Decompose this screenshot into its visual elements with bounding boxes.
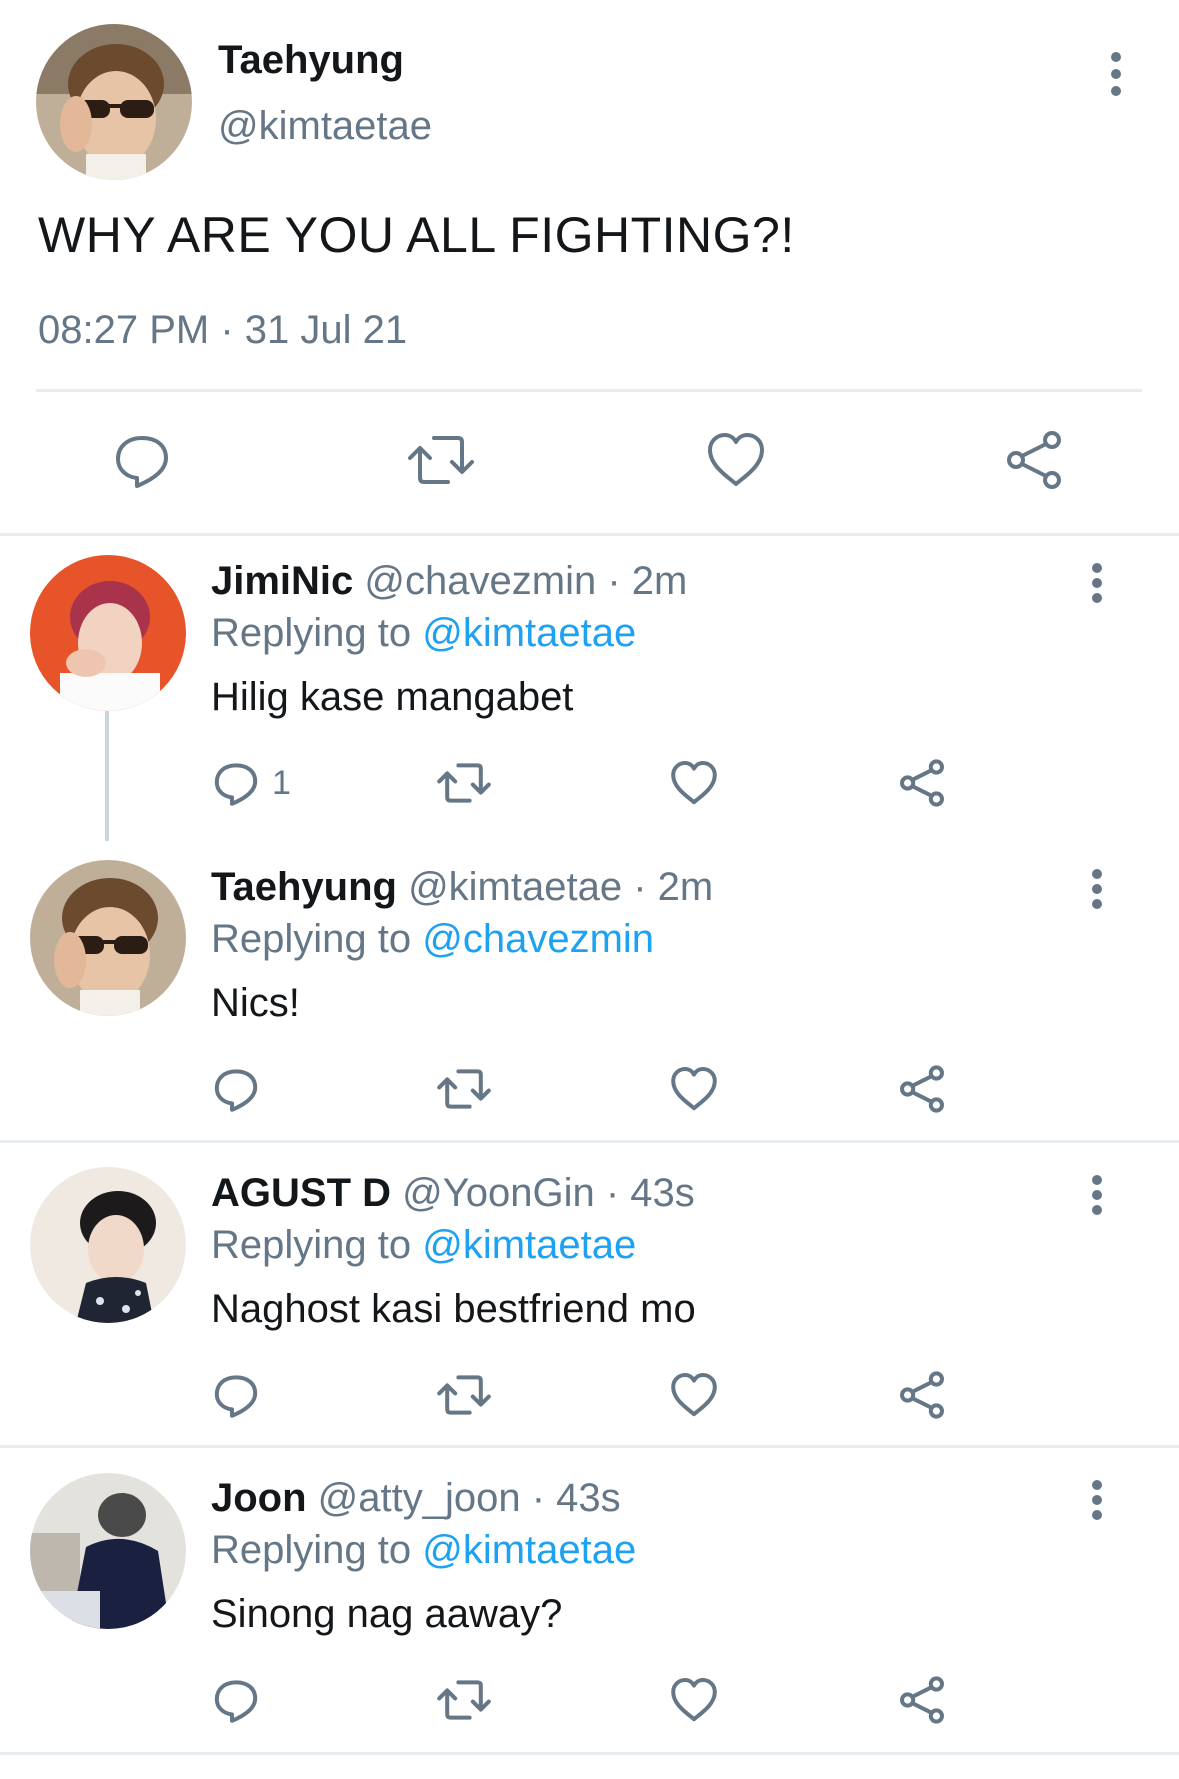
like-button[interactable] bbox=[670, 1676, 718, 1724]
like-button[interactable] bbox=[670, 759, 718, 807]
main-tweet-author-handle[interactable]: @kimtaetae bbox=[218, 104, 432, 149]
reply-tweet[interactable]: Taehyung @kimtaetae · 2m Replying to @ch… bbox=[0, 839, 1179, 1140]
retweet-button[interactable] bbox=[436, 759, 492, 807]
main-tweet-actions bbox=[0, 430, 1179, 494]
replying-to-label: Replying to bbox=[211, 1223, 423, 1267]
reply-author-name[interactable]: JimiNic bbox=[211, 559, 353, 603]
reply-author-meta[interactable]: @YoonGin · 43s bbox=[402, 1171, 695, 1215]
more-options-icon[interactable] bbox=[1087, 563, 1107, 603]
reply-text: Sinong nag aaway? bbox=[211, 1592, 563, 1636]
share-button[interactable] bbox=[1004, 430, 1064, 490]
reply-button[interactable] bbox=[112, 430, 172, 490]
like-button[interactable] bbox=[670, 1371, 718, 1419]
replying-to-mention[interactable]: @kimtaetae bbox=[422, 1528, 636, 1572]
divider bbox=[36, 389, 1142, 392]
like-button[interactable] bbox=[706, 430, 766, 490]
divider bbox=[0, 1752, 1179, 1755]
reply-author-meta[interactable]: @chavezmin · 2m bbox=[364, 559, 687, 603]
replying-to-mention[interactable]: @chavezmin bbox=[422, 917, 654, 961]
heart-icon bbox=[708, 433, 764, 486]
reply-button[interactable] bbox=[212, 1371, 260, 1419]
like-button[interactable] bbox=[670, 1065, 718, 1113]
reply-avatar[interactable] bbox=[30, 555, 186, 711]
reply-author-meta[interactable]: @kimtaetae · 2m bbox=[408, 865, 713, 909]
share-button[interactable] bbox=[898, 759, 946, 807]
more-options-icon[interactable] bbox=[1087, 1480, 1107, 1520]
heart-icon bbox=[671, 761, 717, 805]
share-icon bbox=[900, 1676, 944, 1724]
reply-tweet[interactable]: Joon @atty_joon · 43s Replying to @kimta… bbox=[0, 1448, 1179, 1752]
share-icon bbox=[1007, 431, 1061, 489]
reply-avatar[interactable] bbox=[30, 860, 186, 1016]
reply-icon bbox=[116, 436, 168, 488]
reply-icon bbox=[214, 763, 258, 806]
reply-author-name[interactable]: AGUST D bbox=[211, 1171, 391, 1215]
replying-to-label: Replying to bbox=[211, 1528, 423, 1572]
more-options-icon[interactable] bbox=[1106, 52, 1126, 96]
replying-to-mention[interactable]: @kimtaetae bbox=[422, 1223, 636, 1267]
share-icon bbox=[900, 1371, 944, 1419]
reply-avatar[interactable] bbox=[30, 1473, 186, 1629]
share-button[interactable] bbox=[898, 1676, 946, 1724]
main-tweet-text: WHY ARE YOU ALL FIGHTING?! bbox=[38, 207, 795, 263]
reply-button[interactable]: 1 bbox=[212, 759, 291, 807]
retweet-icon bbox=[437, 1680, 491, 1720]
reply-actions bbox=[0, 1371, 1179, 1427]
main-tweet-avatar[interactable] bbox=[36, 24, 192, 180]
retweet-button[interactable] bbox=[406, 430, 476, 490]
share-icon bbox=[900, 759, 944, 807]
reply-button[interactable] bbox=[212, 1676, 260, 1724]
more-options-icon[interactable] bbox=[1087, 869, 1107, 909]
share-icon bbox=[900, 1065, 944, 1113]
main-tweet-author-name[interactable]: Taehyung bbox=[218, 38, 404, 83]
reply-text: Hilig kase mangabet bbox=[211, 675, 574, 719]
replying-to-label: Replying to bbox=[211, 611, 423, 655]
retweet-button[interactable] bbox=[436, 1371, 492, 1419]
reply-icon bbox=[214, 1680, 258, 1723]
heart-icon bbox=[671, 1067, 717, 1111]
reply-avatar[interactable] bbox=[30, 1167, 186, 1323]
reply-author-name[interactable]: Joon bbox=[211, 1476, 307, 1520]
retweet-icon bbox=[437, 763, 491, 803]
reply-actions: 1 bbox=[0, 759, 1179, 815]
reply-icon bbox=[214, 1069, 258, 1112]
retweet-button[interactable] bbox=[436, 1676, 492, 1724]
replying-to-label: Replying to bbox=[211, 917, 423, 961]
main-tweet-timestamp: 08:27 PM · 31 Jul 21 bbox=[38, 308, 408, 352]
share-button[interactable] bbox=[898, 1371, 946, 1419]
reply-count: 1 bbox=[272, 763, 291, 802]
reply-author-name[interactable]: Taehyung bbox=[211, 865, 397, 909]
reply-icon bbox=[214, 1375, 258, 1418]
heart-icon bbox=[671, 1373, 717, 1417]
retweet-button[interactable] bbox=[436, 1065, 492, 1113]
reply-actions bbox=[0, 1676, 1179, 1732]
reply-text: Nics! bbox=[211, 981, 300, 1025]
retweet-icon bbox=[408, 436, 474, 484]
share-button[interactable] bbox=[898, 1065, 946, 1113]
reply-author-meta[interactable]: @atty_joon · 43s bbox=[318, 1476, 621, 1520]
retweet-icon bbox=[437, 1069, 491, 1109]
reply-tweet[interactable]: JimiNic @chavezmin · 2m Replying to @kim… bbox=[0, 539, 1179, 841]
reply-button[interactable] bbox=[212, 1065, 260, 1113]
heart-icon bbox=[671, 1678, 717, 1722]
replying-to-mention[interactable]: @kimtaetae bbox=[422, 611, 636, 655]
retweet-icon bbox=[437, 1375, 491, 1415]
reply-tweet[interactable]: AGUST D @YoonGin · 43s Replying to @kimt… bbox=[0, 1143, 1179, 1445]
reply-actions bbox=[0, 1065, 1179, 1121]
more-options-icon[interactable] bbox=[1087, 1175, 1107, 1215]
main-tweet: Taehyung @kimtaetae WHY ARE YOU ALL FIGH… bbox=[0, 0, 1179, 536]
reply-text: Naghost kasi bestfriend mo bbox=[211, 1287, 696, 1331]
